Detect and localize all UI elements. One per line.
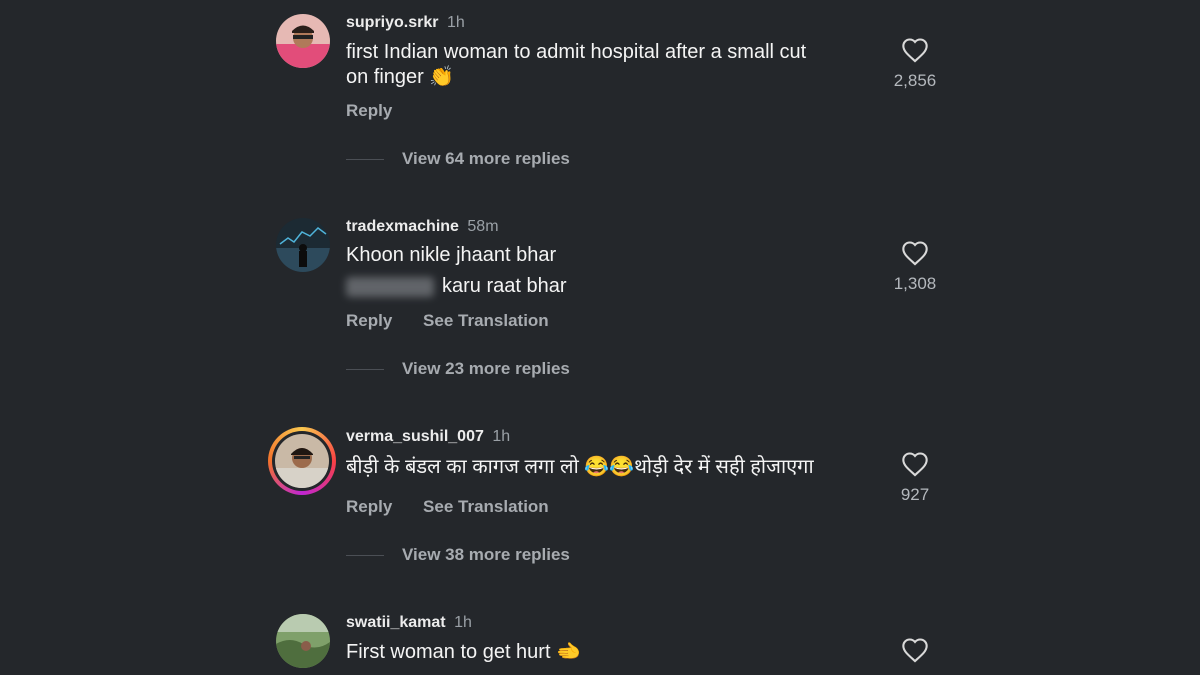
timestamp: 1h <box>492 428 511 445</box>
view-more-replies[interactable]: View 23 more replies <box>346 359 570 379</box>
comment-meta: tradexmachine 58m <box>346 218 499 236</box>
reply-button[interactable]: Reply <box>346 311 392 330</box>
view-more-replies[interactable]: View 38 more replies <box>346 545 570 565</box>
comment-text: first Indian woman to admit hospital aft… <box>346 40 866 90</box>
reply-button[interactable]: Reply <box>346 497 392 516</box>
comment-text-line: Khoon nikle jhaant bhar <box>346 244 557 266</box>
comment-text: Khoon nikle jhaant bhar karu raat bhar <box>346 243 866 299</box>
comment-text-fragment: karu raat bhar <box>442 275 567 297</box>
like-count: 1,308 <box>893 274 937 293</box>
comment-text-fragment: थोड़ी देर में सही होजाएगा <box>634 456 814 478</box>
like-control <box>884 637 946 663</box>
comment-actions: Reply See Translation <box>346 311 575 331</box>
like-count: 2,856 <box>893 71 937 90</box>
avatar[interactable] <box>276 14 330 68</box>
heart-icon[interactable] <box>901 240 929 266</box>
view-more-label: View 38 more replies <box>402 545 570 564</box>
timestamp: 1h <box>454 614 472 631</box>
laughing-emoji: 😂😂 <box>584 456 635 478</box>
like-count: 927 <box>900 485 930 504</box>
view-more-replies[interactable]: View 64 more replies <box>346 149 570 169</box>
username[interactable]: verma_sushil_007 <box>346 428 484 445</box>
reply-button[interactable]: Reply <box>346 101 392 120</box>
comment-meta: supriyo.srkr 1h <box>346 14 465 32</box>
avatar[interactable] <box>276 614 330 668</box>
comment-text-line: on finger 👏 <box>346 65 866 90</box>
username[interactable]: swatii_kamat <box>346 614 446 631</box>
see-translation-button[interactable]: See Translation <box>423 311 549 330</box>
divider-line <box>346 368 384 370</box>
clap-emoji: 👏 <box>429 66 455 88</box>
avatar-story-ring[interactable] <box>268 427 336 495</box>
like-control: 2,856 <box>884 37 946 91</box>
comment-meta: verma_sushil_007 1h <box>346 428 510 446</box>
comment-text-line: first Indian woman to admit hospital aft… <box>346 41 807 63</box>
view-more-label: View 64 more replies <box>402 149 570 168</box>
username[interactable]: supriyo.srkr <box>346 14 438 31</box>
comment-actions: Reply <box>346 101 418 121</box>
divider-line <box>346 158 384 160</box>
avatar <box>275 434 329 488</box>
timestamp: 1h <box>446 14 465 31</box>
heart-icon[interactable] <box>901 37 929 63</box>
hand-emoji: 🫲 <box>556 641 581 663</box>
divider-line <box>346 554 384 556</box>
comment-text-fragment: on finger <box>346 66 424 88</box>
see-translation-button[interactable]: See Translation <box>423 497 549 516</box>
blurred-word <box>346 276 434 297</box>
comment-text-fragment: बीड़ी के बंडल का कागज लगा लो <box>346 456 585 478</box>
comment-actions: Reply See Translation <box>346 497 575 517</box>
comment-text: First woman to get hurt 🫲 <box>346 640 866 665</box>
timestamp: 58m <box>467 218 499 235</box>
username[interactable]: tradexmachine <box>346 218 459 235</box>
view-more-label: View 23 more replies <box>402 359 570 378</box>
comment-text-fragment: First woman to get hurt <box>346 641 551 663</box>
heart-icon[interactable] <box>901 451 929 477</box>
like-control: 1,308 <box>884 240 946 294</box>
comment-text-line: karu raat bhar <box>346 274 866 299</box>
heart-icon[interactable] <box>901 637 929 663</box>
like-control: 927 <box>884 451 946 505</box>
avatar[interactable] <box>276 218 330 272</box>
comment-meta: swatii_kamat 1h <box>346 614 472 632</box>
comment-text: बीड़ी के बंडल का कागज लगा लो 😂😂थोड़ी देर… <box>346 455 876 480</box>
